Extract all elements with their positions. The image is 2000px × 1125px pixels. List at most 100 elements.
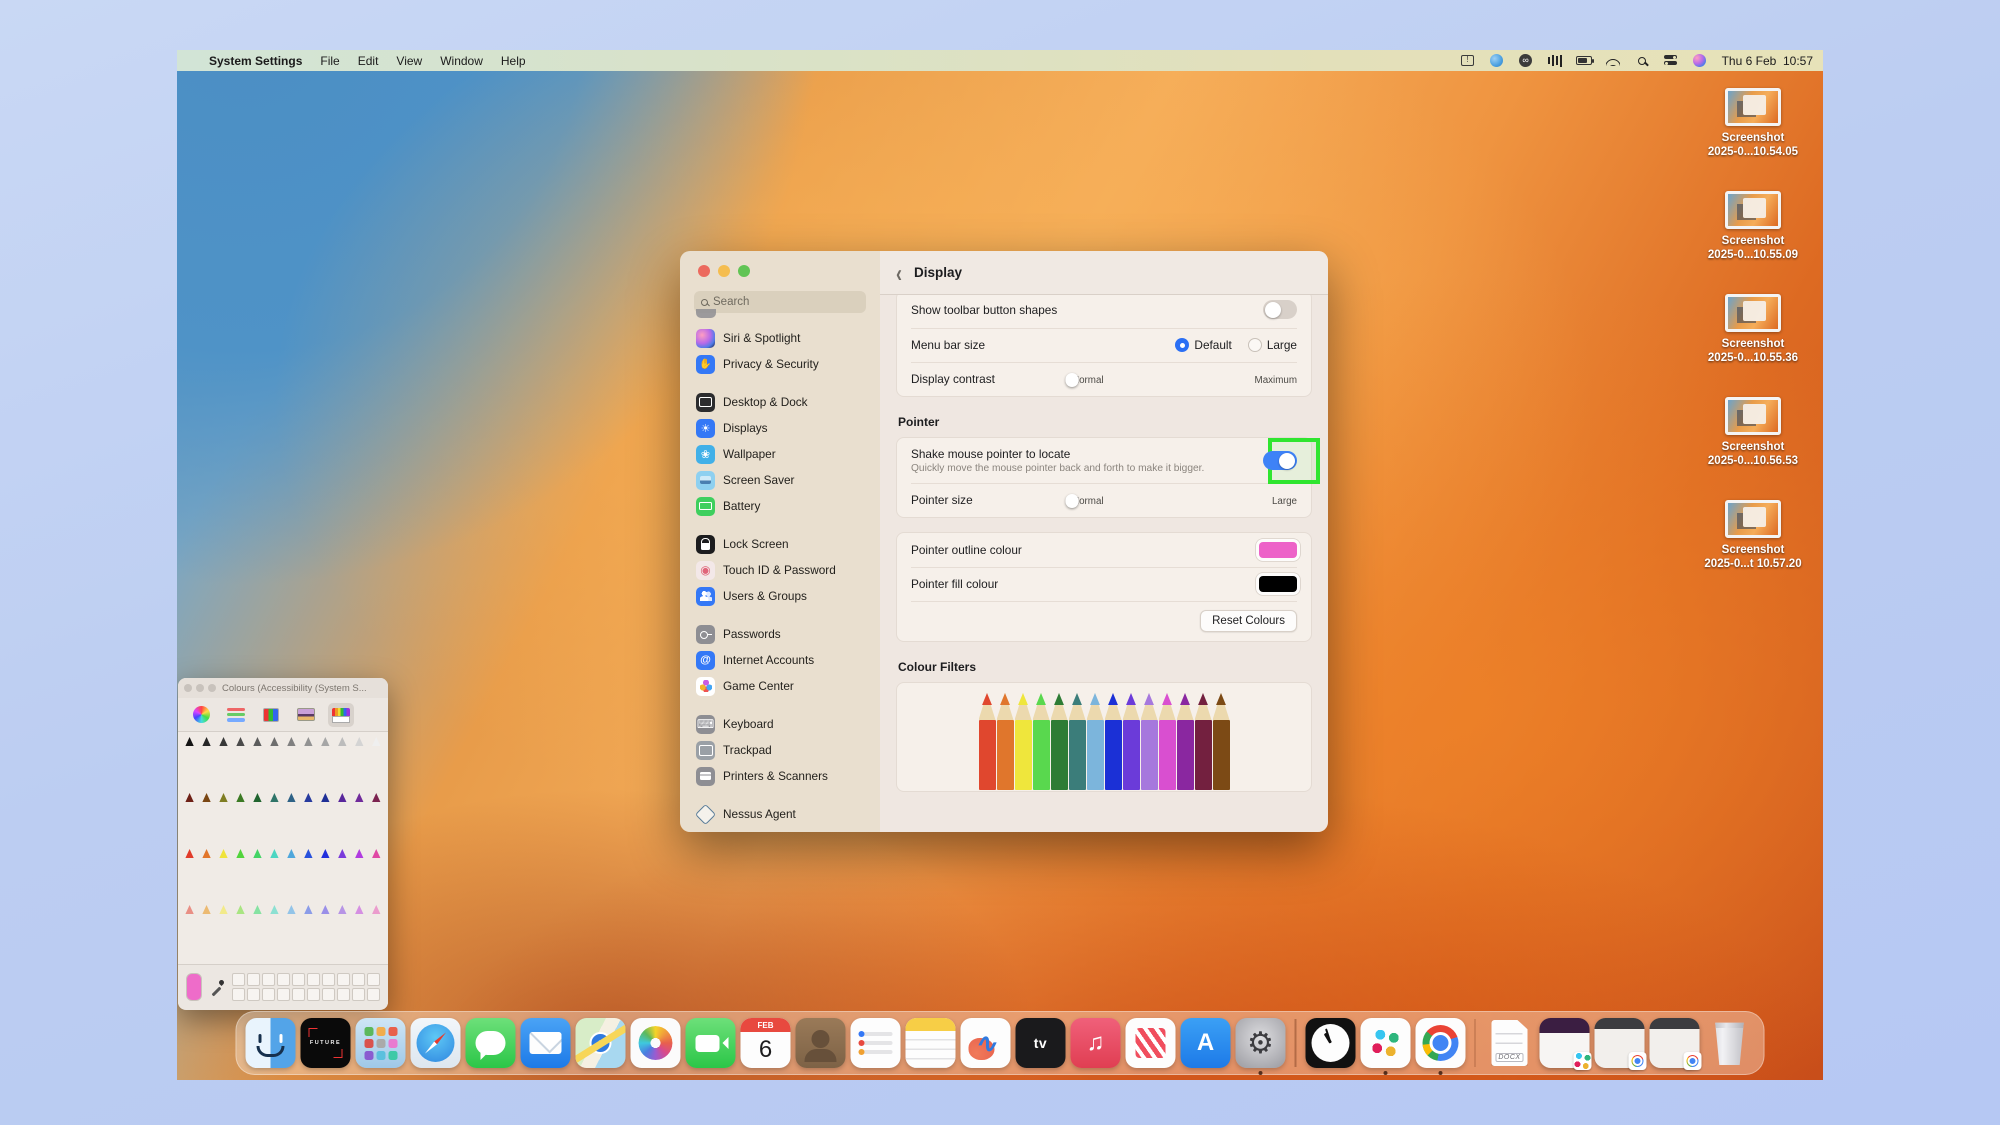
empty-swatch-cell[interactable] <box>232 973 245 986</box>
color-wheel-icon[interactable] <box>188 703 214 727</box>
dock-slack-icon[interactable] <box>1360 1018 1410 1068</box>
dock-notes-icon[interactable] <box>906 1018 956 1068</box>
image-palette-icon[interactable] <box>293 703 319 727</box>
colour-pencil[interactable] <box>283 849 299 905</box>
color-palette-icon[interactable] <box>258 703 284 727</box>
screenshot-thumbnail[interactable] <box>1725 397 1781 435</box>
colour-pencil[interactable] <box>232 793 248 849</box>
colour-pencil[interactable] <box>317 737 333 793</box>
colour-pencil[interactable] <box>334 737 350 793</box>
dock-finder-icon[interactable] <box>246 1018 296 1068</box>
desktop-screenshot-icon[interactable]: Screenshot2025-0...t 10.57.20 <box>1695 500 1811 603</box>
pointer-fill-colour-swatch[interactable] <box>1259 576 1297 592</box>
colour-pencil[interactable] <box>334 793 350 849</box>
dock-system-settings-icon[interactable]: ⚙ <box>1236 1018 1286 1068</box>
menu-file[interactable]: File <box>320 54 339 68</box>
pointer-size-knob[interactable] <box>1066 494 1079 508</box>
colour-pencil[interactable] <box>232 905 248 961</box>
empty-swatch-cell[interactable] <box>337 973 350 986</box>
desktop-screenshot-icon[interactable]: Screenshot2025-0...10.56.53 <box>1695 397 1811 500</box>
empty-swatch-cell[interactable] <box>247 988 260 1001</box>
colour-pencil[interactable] <box>351 793 367 849</box>
sidebar-item-screen-saver[interactable]: Screen Saver <box>690 467 870 493</box>
dock-reminders-icon[interactable] <box>851 1018 901 1068</box>
desktop-screenshot-icon[interactable]: Screenshot2025-0...10.55.36 <box>1695 294 1811 397</box>
sidebar-item-users-groups[interactable]: Users & Groups <box>690 583 870 609</box>
dock-launchpad-icon[interactable] <box>356 1018 406 1068</box>
menu-view[interactable]: View <box>396 54 422 68</box>
dock-future-app-icon[interactable]: FUTURE <box>301 1018 351 1068</box>
colour-pencil[interactable] <box>334 905 350 961</box>
colour-pencil[interactable] <box>249 849 265 905</box>
empty-swatch-cell[interactable] <box>292 988 305 1001</box>
dock-maps-icon[interactable]: ➤ <box>576 1018 626 1068</box>
colour-pencil[interactable] <box>351 905 367 961</box>
empty-swatch-cell[interactable] <box>352 988 365 1001</box>
colour-pencil[interactable] <box>216 905 232 961</box>
colour-pencil[interactable] <box>182 905 198 961</box>
audio-bars-icon[interactable] <box>1547 54 1563 68</box>
selected-colour-swatch[interactable] <box>186 973 202 1001</box>
empty-swatch-cell[interactable] <box>307 988 320 1001</box>
blue-app-icon[interactable] <box>1489 54 1505 68</box>
sidebar-item-privacy-security[interactable]: Privacy & Security <box>690 351 870 377</box>
empty-swatch-cell[interactable] <box>277 988 290 1001</box>
desktop-screenshot-icon[interactable]: Screenshot2025-0...10.54.05 <box>1695 88 1811 191</box>
reset-colours-button[interactable]: Reset Colours <box>1200 610 1297 632</box>
menu-edit[interactable]: Edit <box>358 54 379 68</box>
pencil-colour-grid[interactable] <box>178 732 388 964</box>
colour-pencil[interactable] <box>300 793 316 849</box>
colour-pencil[interactable] <box>182 849 198 905</box>
empty-swatch-cell[interactable] <box>262 988 275 1001</box>
colours-minimize-button[interactable] <box>196 684 204 692</box>
colour-pencil[interactable] <box>368 737 384 793</box>
colour-pencil[interactable] <box>351 849 367 905</box>
colour-pencil[interactable] <box>249 905 265 961</box>
creative-cloud-icon[interactable]: ∞ <box>1518 54 1534 68</box>
colour-pencil[interactable] <box>232 737 248 793</box>
empty-swatch-cell[interactable] <box>322 973 335 986</box>
desktop-screenshot-icon[interactable]: Screenshot2025-0...10.55.09 <box>1695 191 1811 294</box>
colour-pencil[interactable] <box>266 849 282 905</box>
empty-swatch-cell[interactable] <box>232 988 245 1001</box>
empty-swatch-cell[interactable] <box>277 973 290 986</box>
sidebar-item-passwords[interactable]: Passwords <box>690 621 870 647</box>
colour-pencil[interactable] <box>266 793 282 849</box>
shake-pointer-toggle[interactable] <box>1263 451 1297 470</box>
dock-music-icon[interactable]: ♫ <box>1071 1018 1121 1068</box>
empty-swatch-cell[interactable] <box>292 973 305 986</box>
colour-pencil[interactable] <box>317 793 333 849</box>
wifi-icon[interactable] <box>1605 54 1621 68</box>
screenshot-thumbnail[interactable] <box>1725 500 1781 538</box>
dock-slack-minimized-window[interactable] <box>1540 1018 1590 1068</box>
menu-window[interactable]: Window <box>440 54 483 68</box>
sidebar-item-internet-accounts[interactable]: Internet Accounts <box>690 647 870 673</box>
screenshot-thumbnail[interactable] <box>1725 191 1781 229</box>
back-button[interactable]: ‹ <box>896 260 902 285</box>
dock-tv-icon[interactable]: tv <box>1016 1018 1066 1068</box>
dock-docx-document-icon[interactable]: DOCX <box>1485 1018 1535 1068</box>
colour-pencil[interactable] <box>368 849 384 905</box>
sidebar-item-wallpaper[interactable]: Wallpaper <box>690 441 870 467</box>
colour-pencil[interactable] <box>216 793 232 849</box>
spotlight-search-icon[interactable] <box>1634 54 1650 68</box>
toolbar-shapes-toggle[interactable] <box>1263 300 1297 319</box>
colour-pencil[interactable] <box>351 737 367 793</box>
sidebar-item-siri-spotlight[interactable]: Siri & Spotlight <box>690 325 870 351</box>
sidebar-item-trackpad[interactable]: Trackpad <box>690 737 870 763</box>
dock-news-icon[interactable] <box>1126 1018 1176 1068</box>
empty-swatch-cell[interactable] <box>307 973 320 986</box>
dock-trash-icon[interactable] <box>1705 1018 1755 1068</box>
dock-chrome-icon[interactable] <box>1415 1018 1465 1068</box>
colour-pencil[interactable] <box>182 737 198 793</box>
content-scroll-area[interactable]: Show toolbar button shapes Menu bar size… <box>880 295 1328 832</box>
dock-photos-icon[interactable] <box>631 1018 681 1068</box>
empty-swatch-cell[interactable] <box>352 973 365 986</box>
colour-pencil[interactable] <box>300 849 316 905</box>
menubar-clock[interactable]: Thu 6 Feb 10:57 <box>1722 54 1813 68</box>
colour-pencil[interactable] <box>216 849 232 905</box>
empty-swatch-cell[interactable] <box>367 988 380 1001</box>
dock-contacts-icon[interactable] <box>796 1018 846 1068</box>
colour-pencil[interactable] <box>283 737 299 793</box>
colours-zoom-button[interactable] <box>208 684 216 692</box>
